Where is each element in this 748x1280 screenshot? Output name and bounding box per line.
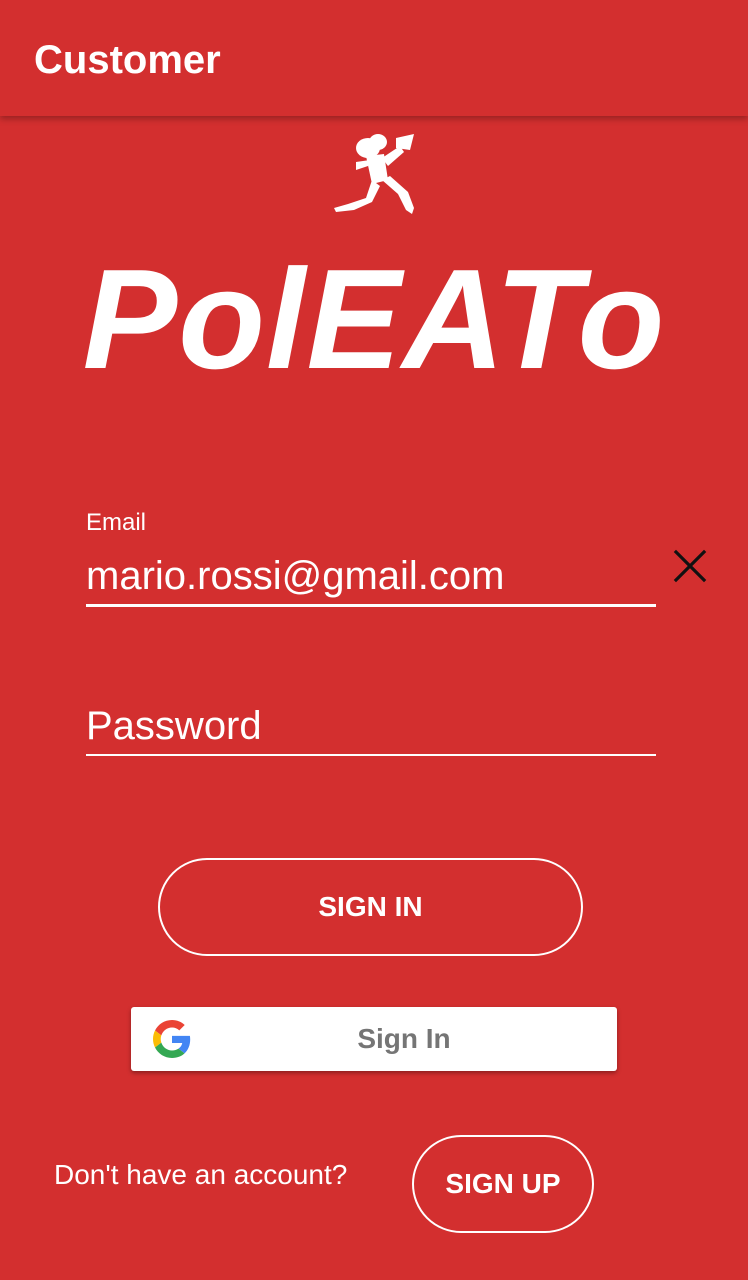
password-input[interactable] [86, 698, 656, 754]
running-chef-icon [334, 134, 414, 214]
app-bar-title: Customer [34, 38, 221, 82]
close-icon[interactable] [670, 546, 710, 586]
sign-up-button[interactable]: SIGN UP [412, 1135, 594, 1233]
email-label: Email [86, 509, 147, 536]
app-bar: Customer [0, 0, 748, 116]
google-icon [153, 1020, 191, 1058]
brand-name: PolEATo [82, 240, 666, 399]
sign-in-button[interactable]: SIGN IN [158, 858, 583, 956]
email-input[interactable] [86, 548, 656, 604]
google-sign-in-button[interactable]: Sign In [131, 1007, 617, 1071]
password-underline [86, 754, 656, 756]
no-account-text: Don't have an account? [54, 1159, 348, 1190]
email-underline [86, 604, 656, 607]
google-sign-in-label: Sign In [357, 1023, 451, 1054]
